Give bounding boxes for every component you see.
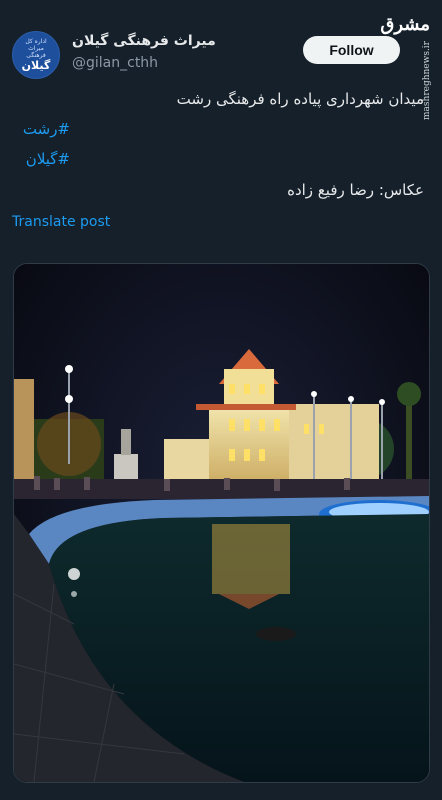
avatar-word: گیلان [21, 59, 51, 72]
watermark-brand: مشرق [380, 14, 430, 35]
avatar-ring-text: اداره کل میراث فرهنگی [25, 38, 47, 59]
follow-button[interactable]: Follow [303, 36, 400, 64]
post-text: میدان شهرداری پیاده راه فرهنگی رشت [176, 90, 424, 108]
post-photo[interactable] [13, 263, 430, 783]
watermark-site: mashreghnews.ir [422, 41, 432, 120]
night-square-photo-icon [14, 264, 429, 782]
hashtag-gilan[interactable]: #گیلان [26, 150, 70, 168]
hashtag-rasht[interactable]: #رشت [23, 120, 70, 138]
account-name[interactable]: میراث فرهنگی گیلان [72, 33, 216, 49]
translate-post-link[interactable]: Translate post [12, 214, 110, 230]
account-handle[interactable]: @gilan_cthh [72, 55, 158, 71]
avatar[interactable]: اداره کل میراث فرهنگی گیلان [12, 31, 60, 79]
photo-credit: عکاس: رضا رفیع زاده [287, 181, 424, 199]
